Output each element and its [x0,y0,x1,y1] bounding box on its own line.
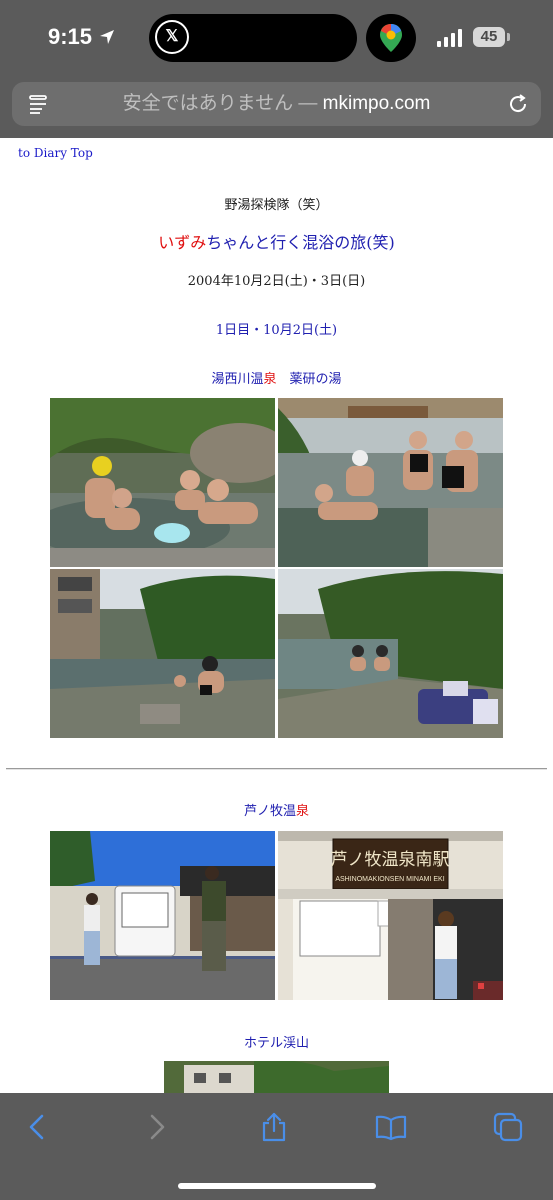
photo-station-1[interactable] [50,831,275,1000]
station-sign-sub: ASHINOMAKIONSEN MINAMI EKI [335,876,444,883]
page-title: いずみちゃんと行く混浴の旅(笑) [0,229,553,253]
section-divider [6,768,547,770]
tabs-icon[interactable] [492,1111,524,1143]
maps-pin-icon [366,14,416,62]
back-icon[interactable] [22,1111,54,1143]
dynamic-island: 𝕏 [149,14,357,62]
trip-dates: 2004年10月2日(土)・3日(日) [187,274,366,289]
forward-icon[interactable] [140,1111,172,1143]
section2-red: 泉 [296,804,310,819]
day-heading: 1日目・10月2日(土) [215,323,338,338]
photo-onsen-2[interactable] [278,398,503,567]
section1-part-a: 湯西川温 [211,372,264,387]
share-icon[interactable] [258,1111,290,1143]
signal-icon [437,29,462,47]
safari-toolbar [0,1093,553,1200]
x-app-icon: 𝕏 [155,20,189,54]
section2-part-a: 芦ノ牧温 [243,804,296,819]
photo-onsen-4[interactable] [278,569,503,738]
diary-top-link[interactable]: to Diary Top [18,146,93,160]
section-heading-ashinomaki: 芦ノ牧温泉 [0,800,553,819]
url-display[interactable]: 安全ではありません — mkimpo.com [72,82,481,126]
photo-onsen-3[interactable] [50,569,275,738]
title-name: いずみ [158,233,207,252]
page-header: 野湯探検隊（笑） [224,198,329,213]
home-indicator [178,1183,376,1189]
section-heading-hotel: ホテル渓山 [243,1036,309,1051]
status-bar: 9:15 𝕏 45 [0,0,553,80]
url-security-prefix: 安全ではありません — [122,93,323,114]
battery-icon: 45 [473,27,505,47]
bookmarks-icon[interactable] [375,1111,407,1143]
address-bar[interactable]: 安全ではありません — mkimpo.com [12,82,541,126]
station-sign-text: 芦ノ牧温泉南駅 [331,850,450,870]
url-domain: mkimpo.com [322,93,431,114]
section-heading-yunishigawa: 湯西川温泉 薬研の湯 [0,368,553,387]
status-time: 9:15 [48,24,93,49]
location-arrow-icon [100,30,114,44]
photo-hotel[interactable] [164,1061,389,1093]
photo-onsen-1[interactable] [50,398,275,567]
photo-station-2[interactable]: 芦ノ牧温泉南駅 ASHINOMAKIONSEN MINAMI EKI [278,831,503,1000]
web-page: to Diary Top 野湯探検隊（笑） いずみちゃんと行く混浴の旅(笑) 2… [0,138,553,1093]
reader-icon[interactable] [28,94,48,114]
reload-icon[interactable] [507,93,529,115]
section1-red: 泉 [263,372,277,387]
section1-part-b: 薬研の湯 [276,372,342,387]
title-rest: ちゃんと行く混浴の旅(笑) [206,233,395,252]
address-bar-area: 安全ではありません — mkimpo.com [0,80,553,138]
battery-tip [507,33,510,41]
